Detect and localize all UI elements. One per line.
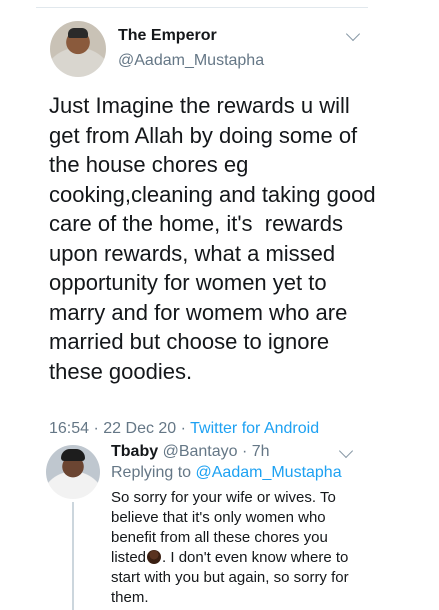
meta-separator: · [89, 420, 104, 437]
chevron-down-icon[interactable] [345, 26, 361, 42]
reply-age-separator: · [237, 443, 252, 460]
reply-author-handle[interactable]: @Bantayo [163, 443, 238, 460]
facepalm-emoji-icon [147, 550, 162, 564]
reply-author-avatar[interactable] [46, 445, 100, 499]
author-handle[interactable]: @Aadam_Mustapha [118, 52, 264, 70]
author-avatar[interactable] [50, 21, 106, 77]
tweet-meta: 16:54 · 22 Dec 20 · Twitter for Android [49, 420, 319, 438]
replying-mention[interactable]: @Aadam_Mustapha [196, 464, 342, 481]
reply-header: Tbaby @Bantayo · 7h [111, 443, 270, 461]
reply-author-name[interactable]: Tbaby [111, 443, 158, 460]
top-divider [36, 7, 368, 8]
tweet-client-link[interactable]: Twitter for Android [190, 420, 319, 437]
thread-line [72, 502, 74, 610]
chevron-down-icon[interactable] [338, 443, 354, 459]
author-name[interactable]: The Emperor [118, 27, 217, 45]
meta-separator: · [176, 420, 191, 437]
tweet-text: Just Imagine the rewards u will get from… [49, 93, 382, 384]
reply-age: 7h [251, 443, 270, 460]
avatar-cap [68, 28, 88, 38]
avatar-hair [61, 449, 85, 461]
replying-to: Replying to @Aadam_Mustapha [111, 464, 342, 482]
tweet-time: 16:54 [49, 420, 90, 437]
reply-text: So sorry for your wife or wives. To beli… [111, 488, 361, 608]
replying-prefix: Replying to [111, 464, 196, 481]
tweet-date: 22 Dec 20 [103, 420, 177, 437]
